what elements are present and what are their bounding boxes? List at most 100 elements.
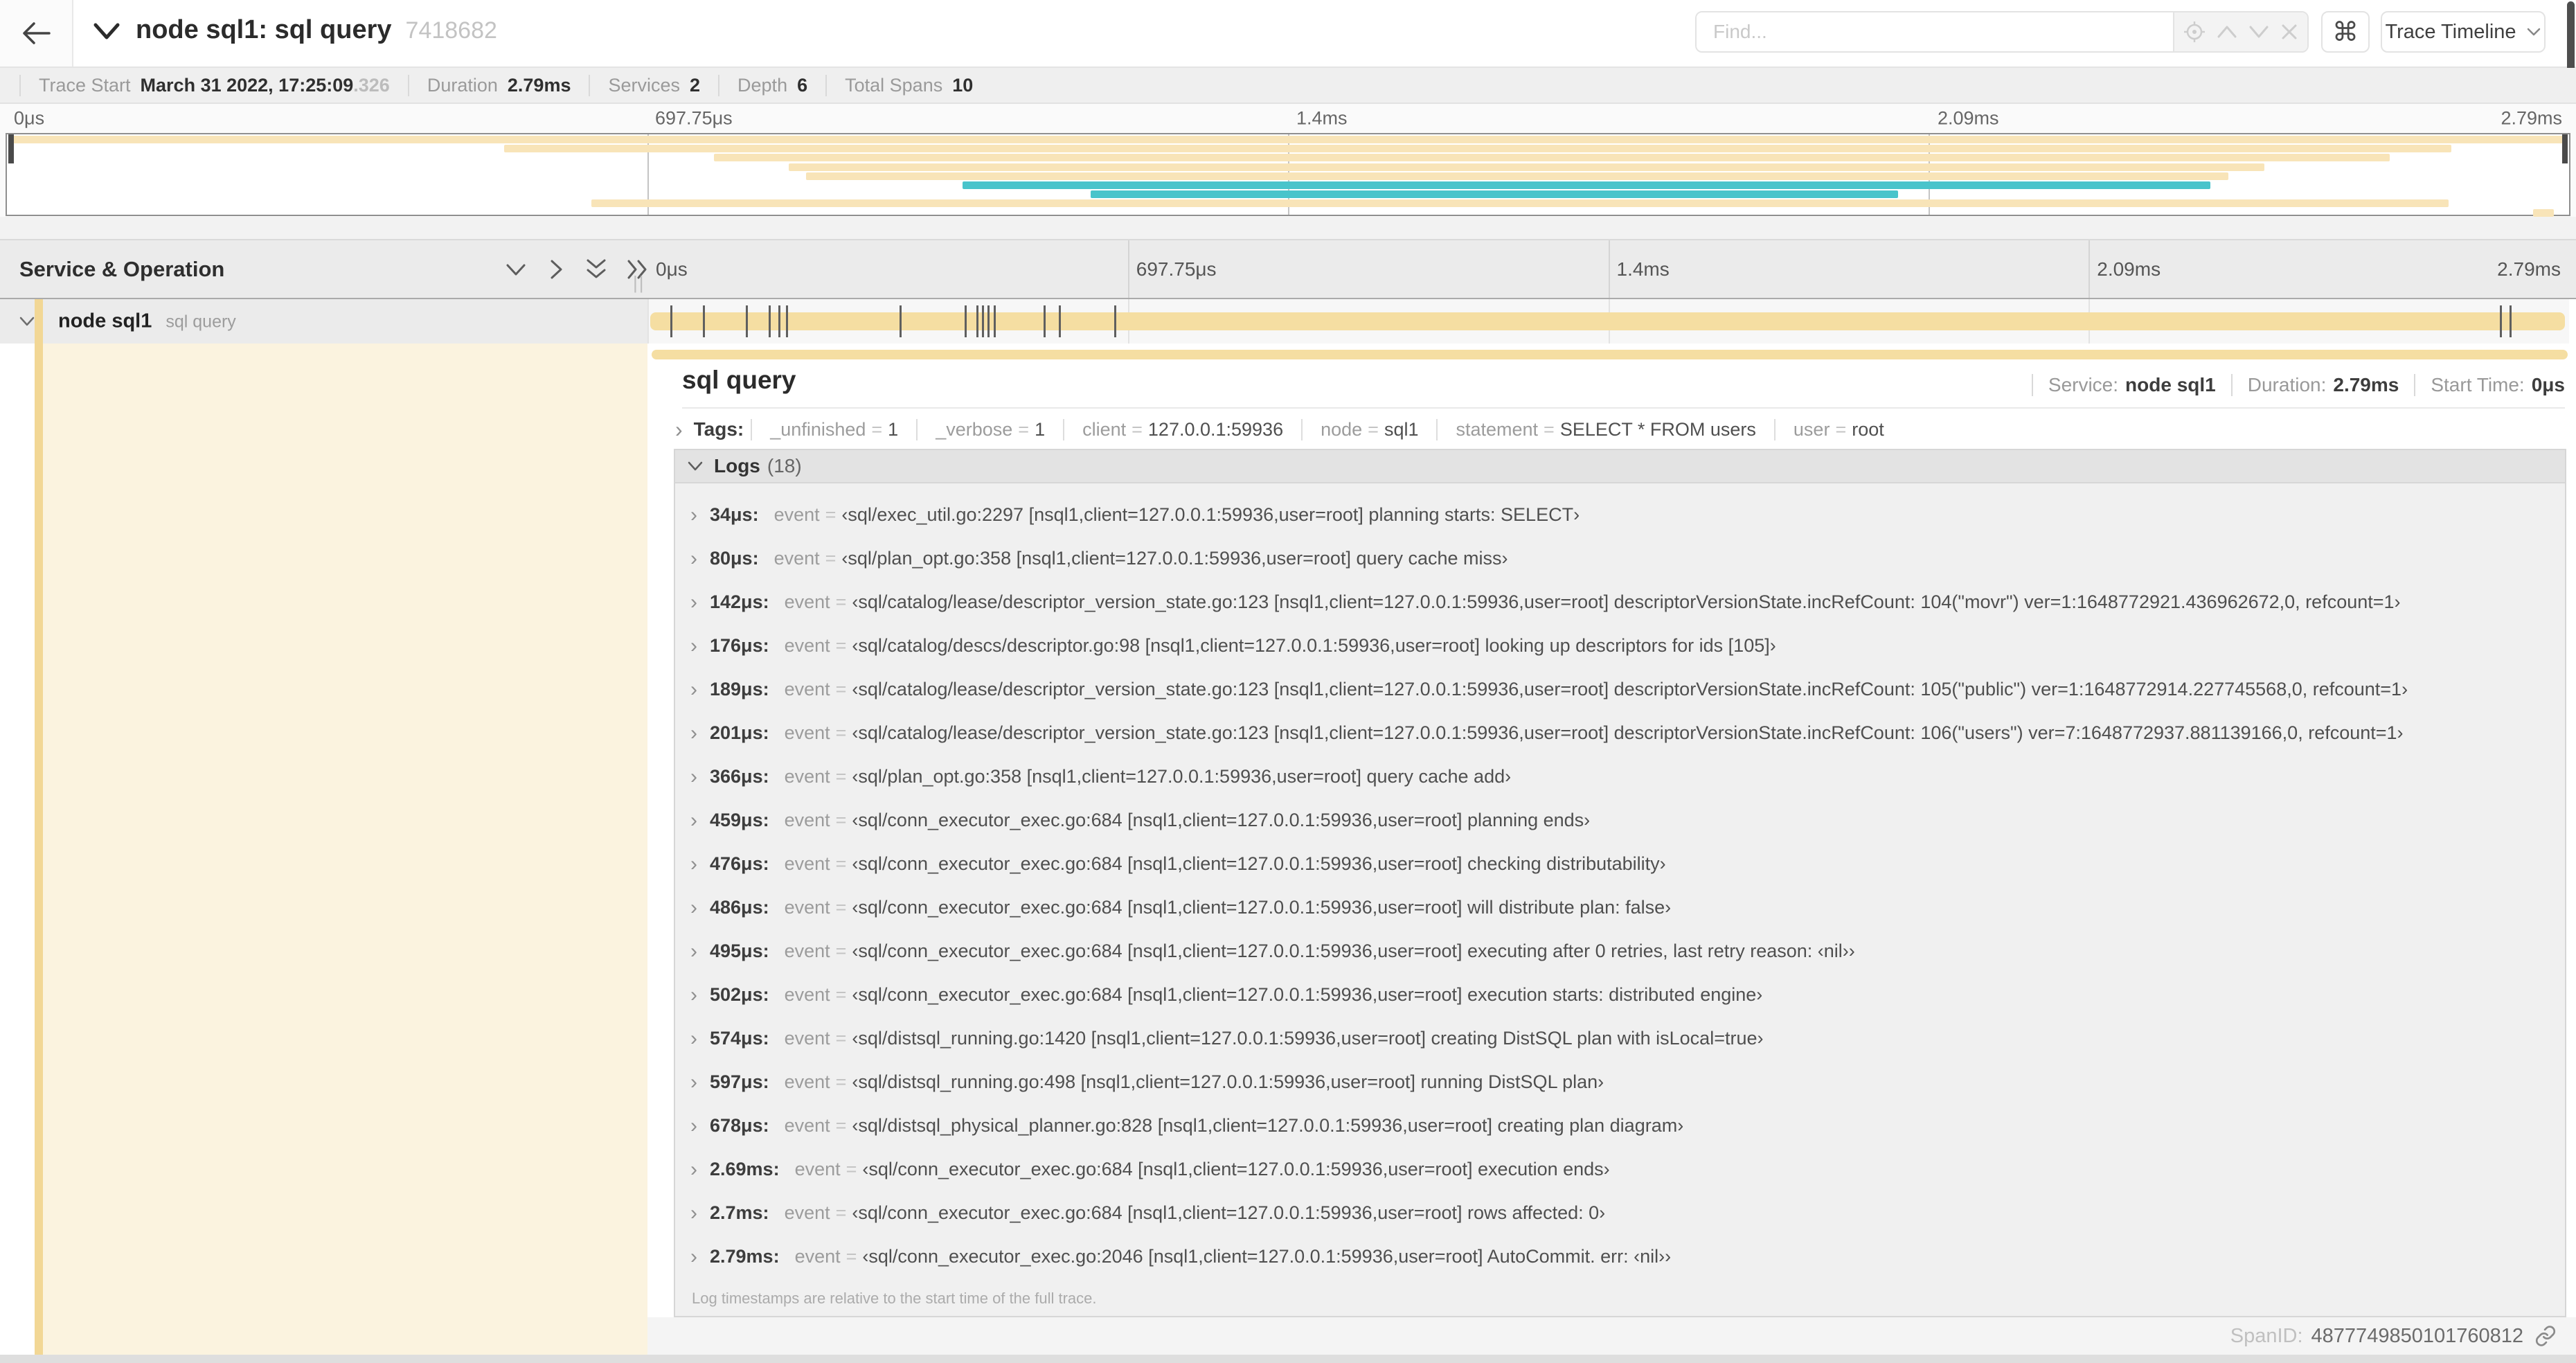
log-entry-row[interactable]: › 574μs: event = ‹sql/distsql_running.go… [675,1017,2565,1060]
log-expand-chevron-icon: › [690,546,697,570]
log-expand-chevron-icon: › [690,765,697,788]
overview-label: Service: [2048,374,2119,395]
tick-label: 2.79ms [2501,107,2562,129]
collapse-one-level-icon[interactable] [504,259,528,280]
log-timestamp: 486μs: [710,897,769,918]
log-entry-row[interactable]: › 486μs: event = ‹sql/conn_executor_exec… [675,886,2565,929]
collapse-trace-chevron-icon[interactable] [91,21,122,42]
log-entry-row[interactable]: › 476μs: event = ‹sql/conn_executor_exec… [675,842,2565,886]
tag-item: statement = SELECT * FROM users [1436,418,1773,440]
log-tick-marker[interactable] [2500,305,2503,337]
log-entry-row[interactable]: › 176μs: event = ‹sql/catalog/descs/desc… [675,624,2565,668]
minimap-canvas[interactable]: 0μs 697.75μs 1.4ms 2.09ms 2.79ms [6,133,2570,217]
log-tick-marker[interactable] [1114,305,1117,337]
trace-view-label: Trace Timeline [2385,20,2516,43]
trace-view-selector[interactable]: Trace Timeline [2381,11,2546,53]
log-entry-row[interactable]: › 2.79ms: event = ‹sql/conn_executor_exe… [675,1235,2565,1279]
log-field-value: ‹sql/conn_executor_exec.go:684 [nsql1,cl… [852,941,1855,961]
log-entry-row[interactable]: › 201μs: event = ‹sql/catalog/lease/desc… [675,711,2565,755]
log-timestamp: 574μs: [710,1028,769,1049]
find-bar [1695,11,2309,53]
log-tick-marker[interactable] [745,305,748,337]
detail-left-fill [43,344,647,1363]
locate-icon[interactable] [2183,20,2206,44]
log-tick-marker[interactable] [976,305,978,337]
expand-one-level-icon[interactable] [546,258,566,281]
log-field-key: event [784,941,830,961]
log-tick-marker[interactable] [964,305,967,337]
log-timestamp: 2.69ms: [710,1159,780,1179]
find-input[interactable] [1697,12,2173,51]
logs-collapse-chevron-icon [686,459,704,473]
log-field-key: event [784,766,830,787]
tags-expand-chevron-icon[interactable]: › [675,418,683,440]
tick-label: 0μs [656,258,688,280]
tags-label: Tags: [693,418,744,440]
span-row-timeline-cell[interactable]: 0μs 697.75μs 1.4ms 2.09ms 2.79ms [647,299,2569,344]
log-entry-row[interactable]: › 495μs: event = ‹sql/conn_executor_exec… [675,929,2565,973]
tag-equals: = [1835,418,1847,440]
log-entry-row[interactable]: › 366μs: event = ‹sql/plan_opt.go:358 [n… [675,755,2565,799]
log-entry-row[interactable]: › 2.69ms: event = ‹sql/conn_executor_exe… [675,1148,2565,1191]
log-field-value: ‹sql/catalog/lease/descriptor_version_st… [852,591,2401,612]
detail-span-bar[interactable] [652,350,2568,359]
log-tick-marker[interactable] [1058,305,1061,337]
log-field-key: event [784,1028,830,1049]
log-field-value: ‹sql/conn_executor_exec.go:684 [nsql1,cl… [862,1159,1610,1179]
log-timestamp: 495μs: [710,941,769,961]
tags-accordian[interactable]: › Tags: _unfinished = 1 _verbose = 1 client =… [675,413,2565,446]
service-color-stripe [35,344,43,1363]
logs-header[interactable]: Logs (18) [675,450,2565,483]
log-tick-marker[interactable] [778,305,780,337]
log-tick-marker[interactable] [670,305,673,337]
meta-label: Trace Start [39,74,131,96]
log-tick-marker[interactable] [703,305,706,337]
find-next-icon[interactable] [2247,23,2271,41]
log-equals: = [835,722,847,743]
span-collapse-chevron-icon[interactable] [18,314,36,328]
log-entry-row[interactable]: › 189μs: event = ‹sql/catalog/lease/desc… [675,668,2565,711]
log-tick-marker[interactable] [1043,305,1046,337]
log-equals: = [835,1028,847,1049]
back-button[interactable] [0,0,73,66]
overview-value: node sql1 [2125,374,2216,395]
log-tick-marker[interactable] [981,305,984,337]
log-equals: = [835,810,847,830]
minimap-right-scrubber[interactable] [2562,134,2568,163]
log-entry-row[interactable]: › 459μs: event = ‹sql/conn_executor_exec… [675,799,2565,842]
log-tick-marker[interactable] [768,305,771,337]
deep-link-icon[interactable] [2534,1325,2557,1347]
overview-item: Start Time: 0μs [2414,374,2565,396]
log-tick-marker[interactable] [2509,305,2512,337]
log-entry-row[interactable]: › 502μs: event = ‹sql/conn_executor_exec… [675,973,2565,1017]
log-entry-row[interactable]: › 2.7ms: event = ‹sql/conn_executor_exec… [675,1191,2565,1235]
log-entry-row[interactable]: › 597μs: event = ‹sql/distsql_running.go… [675,1060,2565,1104]
log-entry-row[interactable]: › 678μs: event = ‹sql/distsql_physical_p… [675,1104,2565,1148]
log-entry-row[interactable]: › 80μs: event = ‹sql/plan_opt.go:358 [ns… [675,537,2565,580]
log-equals: = [846,1159,857,1179]
log-entry-row[interactable]: › 142μs: event = ‹sql/catalog/lease/desc… [675,580,2565,624]
chevron-down-icon [2526,27,2541,37]
log-entry-row[interactable]: › 34μs: event = ‹sql/exec_util.go:2297 [… [675,493,2565,537]
log-tick-marker[interactable] [987,305,990,337]
log-expand-chevron-icon: › [690,721,697,745]
trace-meta-item: Depth 6 [718,74,825,96]
column-resizer-grip[interactable]: || [633,272,645,294]
log-field-key: event [784,1202,830,1223]
log-field-value: ‹sql/conn_executor_exec.go:684 [nsql1,cl… [852,810,1591,830]
log-tick-marker[interactable] [899,305,902,337]
span-row-label-cell[interactable]: node sql1 sql query [0,299,647,344]
find-prev-icon[interactable] [2215,23,2239,41]
log-equals: = [835,635,847,656]
log-equals: = [835,591,847,612]
meta-value: 6 [797,74,808,96]
log-tick-marker[interactable] [993,305,996,337]
keyboard-shortcuts-button[interactable]: ⌘ [2321,11,2370,53]
log-tick-marker[interactable] [785,305,788,337]
tick-label: 2.09ms [2097,258,2161,280]
minimap-left-scrubber[interactable] [8,134,14,163]
tick-label: 697.75μs [655,107,733,129]
find-clear-icon[interactable] [2280,22,2299,42]
collapse-all-icon[interactable] [584,258,608,281]
log-expand-chevron-icon: › [690,1114,697,1137]
